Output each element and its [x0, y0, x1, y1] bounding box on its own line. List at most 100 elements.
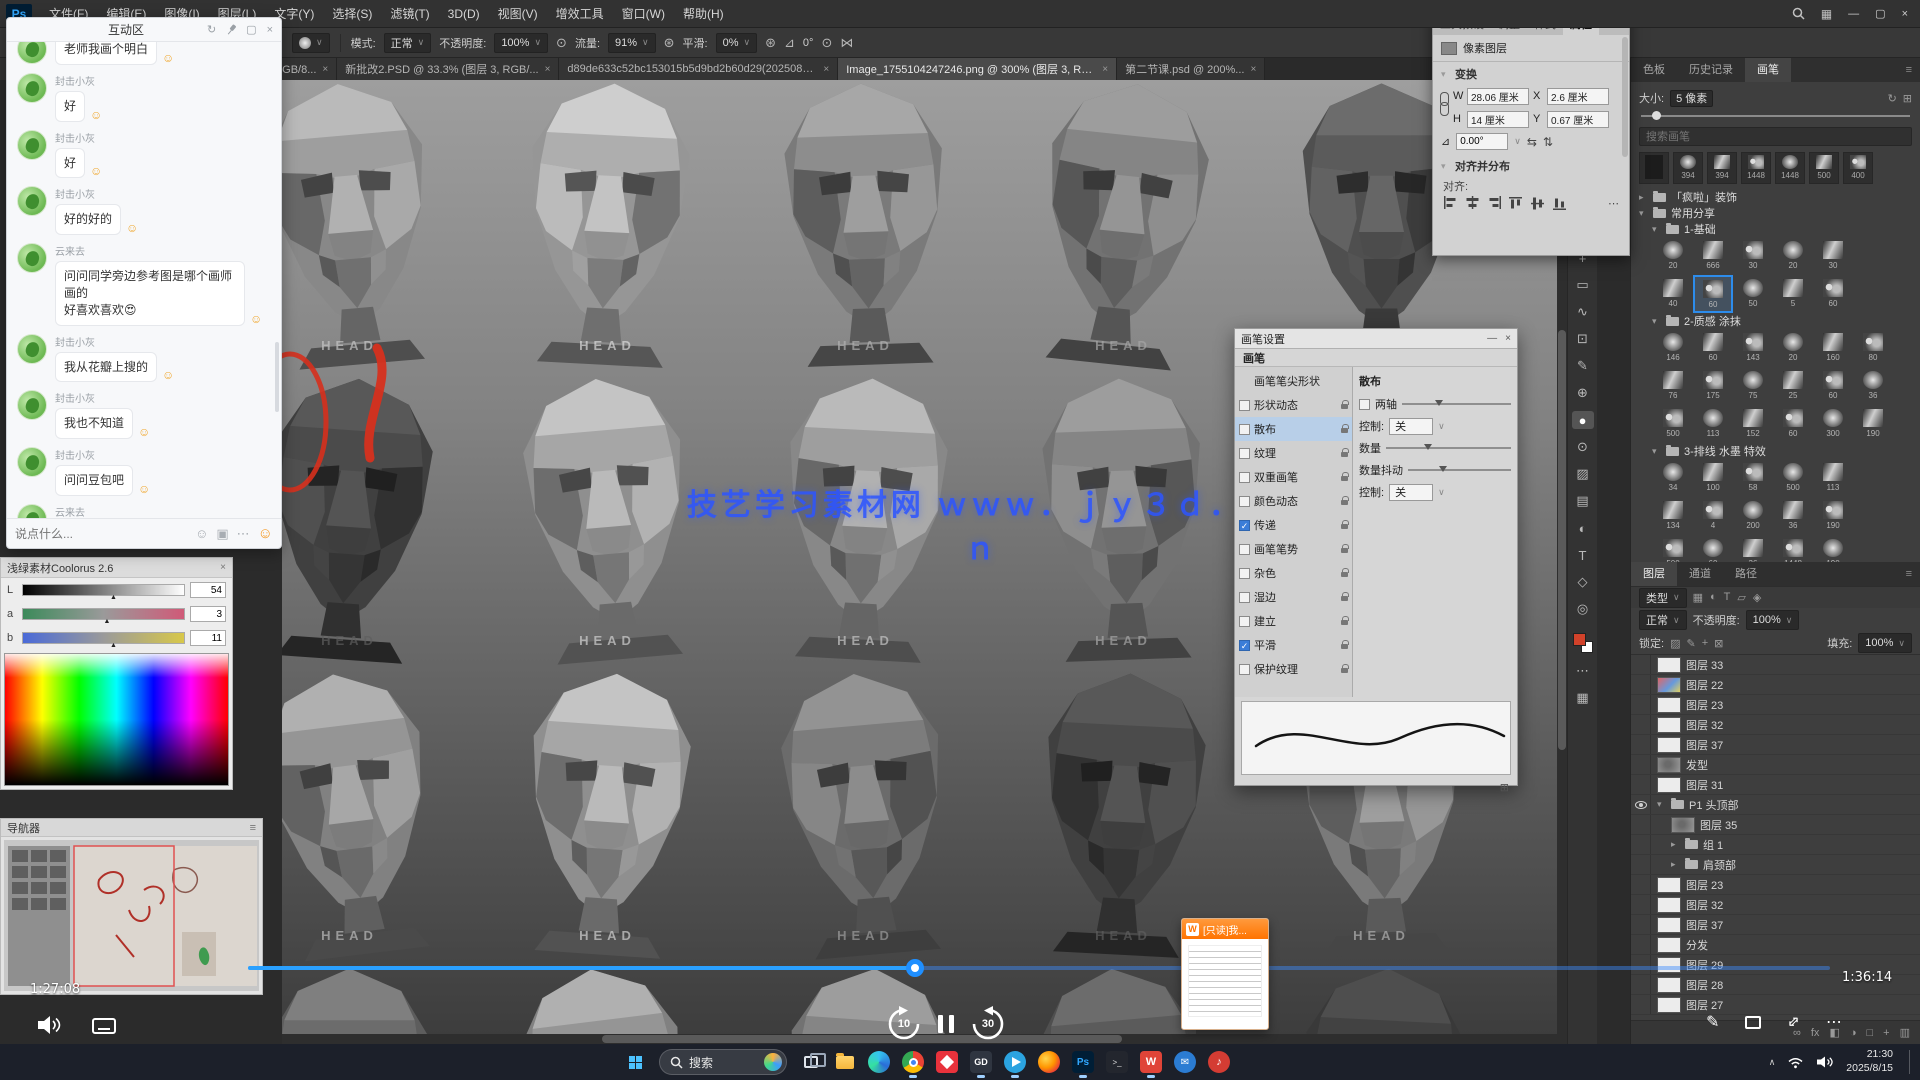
layer-row-7[interactable]: ▾P1 头顶部 [1631, 795, 1920, 815]
visibility-toggle[interactable] [1631, 875, 1651, 894]
more-tools-icon[interactable]: ⋯ [1572, 662, 1594, 680]
align-right-icon[interactable] [1487, 196, 1502, 210]
brush-preset[interactable]: 134 [1653, 497, 1693, 535]
brush-preset[interactable]: 36 [1773, 497, 1813, 535]
emoji-react-button[interactable]: ☺ [138, 425, 150, 439]
control-select[interactable]: 关 [1389, 418, 1433, 435]
volume-icon[interactable] [36, 1014, 62, 1036]
close-icon[interactable]: × [1505, 333, 1511, 344]
brush-size-value[interactable]: 5 像素 [1670, 90, 1713, 107]
flip-horizontal-icon[interactable]: ⇆ [1527, 135, 1537, 149]
link-dimensions-icon[interactable] [1439, 90, 1449, 120]
brush-angle-value[interactable]: 0° [803, 37, 814, 49]
checkbox[interactable] [1239, 400, 1250, 411]
doc-tab-3[interactable]: d89de633c52bc153015b5d9bd2b60d29(2025081… [559, 58, 838, 80]
fullscreen-icon[interactable]: ⇕ [1783, 1011, 1805, 1033]
gift-emoji-icon[interactable]: ☺ [258, 525, 273, 542]
brush-preset[interactable]: 60 [1773, 405, 1813, 443]
brush-preset[interactable]: 36 [1853, 367, 1893, 405]
dock-tab-2[interactable]: 画笔 [1745, 58, 1791, 82]
brush-preset[interactable]: 76 [1653, 367, 1693, 405]
tab-close-icon[interactable]: × [823, 64, 829, 75]
brush-preset[interactable]: 500 [1653, 535, 1693, 562]
doc-tab-2[interactable]: 新批改2.PSD @ 33.3% (图层 3, RGB/... × [337, 58, 559, 80]
tab-close-icon[interactable]: × [545, 64, 551, 75]
taskbar-app-terminal[interactable]: >_ [1102, 1047, 1132, 1077]
lasso-tool[interactable]: ∿ [1572, 303, 1594, 321]
slider-value[interactable] [190, 582, 226, 598]
chat-scrollbar[interactable] [275, 342, 279, 412]
rewind-10-button[interactable]: 10 [886, 1006, 922, 1042]
navigator-header[interactable]: 导航器 ≡ [1, 819, 262, 837]
brush-preset[interactable]: 143 [1733, 329, 1773, 367]
brush-setting-item-10[interactable]: ✓ 平滑 [1235, 633, 1352, 657]
layers-tab-1[interactable]: 通道 [1677, 562, 1723, 586]
checkbox[interactable] [1239, 568, 1250, 579]
checkbox[interactable]: ✓ [1239, 640, 1250, 651]
layer-row-0[interactable]: 图层 33 [1631, 655, 1920, 675]
taskbar-app-red-app[interactable] [932, 1047, 962, 1077]
flip-vertical-icon[interactable]: ⇅ [1543, 135, 1553, 149]
pin-icon[interactable] [223, 22, 238, 38]
taskbar-app-file-explorer[interactable] [830, 1047, 860, 1077]
scatter-slider[interactable] [1402, 403, 1511, 405]
x-field[interactable] [1547, 88, 1609, 105]
layer-row-9[interactable]: ▸组 1 [1631, 835, 1920, 855]
checkbox[interactable] [1239, 616, 1250, 627]
layers-action-icon[interactable]: □ [1867, 1027, 1874, 1039]
brush-preset[interactable]: 190 [1813, 497, 1853, 535]
layer-row-4[interactable]: 图层 37 [1631, 735, 1920, 755]
layer-row-10[interactable]: ▸肩颈部 [1631, 855, 1920, 875]
zoom-tool[interactable]: ◎ [1572, 600, 1594, 618]
layer-row-13[interactable]: 图层 37 [1631, 915, 1920, 935]
panel-scrollbar[interactable] [1622, 37, 1628, 157]
brush-preset[interactable]: 20 [1773, 329, 1813, 367]
brush-preset[interactable]: 152 [1733, 405, 1773, 443]
brush-setting-item-1[interactable]: 散布 [1235, 417, 1352, 441]
taskbar-app-edge[interactable] [864, 1047, 894, 1077]
brush-preset-picker[interactable]: ∨ [292, 33, 330, 53]
visibility-toggle[interactable] [1631, 955, 1651, 974]
close-icon[interactable]: × [220, 562, 226, 573]
close-icon[interactable]: × [267, 24, 273, 36]
brush-setting-item-5[interactable]: ✓ 传递 [1235, 513, 1352, 537]
visibility-toggle[interactable] [1631, 855, 1651, 874]
slider-value[interactable] [190, 606, 226, 622]
align-vcenter-icon[interactable] [1531, 196, 1546, 210]
search-highlight-icon[interactable] [764, 1053, 782, 1071]
brush-preset[interactable]: 40 [1653, 275, 1693, 313]
menu-item-8[interactable]: 视图(V) [489, 0, 547, 28]
smoothing-gear-icon[interactable]: ⊛ [765, 35, 776, 51]
recent-brush-5[interactable]: 400 [1843, 152, 1873, 184]
visibility-toggle[interactable] [1631, 655, 1651, 674]
layer-row-2[interactable]: 图层 23 [1631, 695, 1920, 715]
transform-section-title[interactable]: 变换 [1455, 66, 1477, 82]
smoothing-select[interactable]: 0%∨ [716, 33, 758, 53]
checkbox[interactable]: ✓ [1239, 520, 1250, 531]
chat-input[interactable] [15, 527, 187, 541]
menu-item-11[interactable]: 帮助(H) [674, 0, 733, 28]
airbrush-icon[interactable]: ⊛ [664, 35, 675, 51]
checkbox[interactable] [1239, 496, 1250, 507]
brush-preset[interactable]: 190 [1813, 535, 1853, 562]
panel-menu-icon[interactable]: ≡ [1906, 568, 1920, 580]
emoji-react-button[interactable]: ☺ [162, 51, 174, 65]
height-field[interactable] [1467, 111, 1529, 128]
brush-preset[interactable]: 60 [1813, 367, 1853, 405]
taskbar-app-telegram[interactable] [1000, 1047, 1030, 1077]
taskbar-app-firefox[interactable] [1034, 1047, 1064, 1077]
video-progress-handle[interactable] [906, 959, 924, 977]
brush-setting-item-3[interactable]: 双重画笔 [1235, 465, 1352, 489]
layers-action-icon[interactable]: ◑ [1850, 1027, 1857, 1039]
opacity-select[interactable]: 100%∨ [494, 33, 548, 53]
workspace-icon[interactable]: ▦ [1821, 7, 1832, 21]
wps-doc-thumbnail[interactable] [1188, 945, 1262, 1017]
scrollbar-thumb[interactable] [602, 1035, 1122, 1043]
wps-preview-popup[interactable]: W [只读]我... [1181, 918, 1269, 1030]
layer-opacity-select[interactable]: 100%∨ [1746, 610, 1800, 630]
taskbar-app-task-view[interactable] [796, 1047, 826, 1077]
edit-toolbar-icon[interactable]: ▦ [1572, 689, 1594, 707]
brush-preset[interactable]: 20 [1773, 237, 1813, 275]
brush-preset[interactable]: 500 [1773, 459, 1813, 497]
brush-group-0[interactable]: ▸「疯啦」装饰 [1639, 189, 1912, 205]
